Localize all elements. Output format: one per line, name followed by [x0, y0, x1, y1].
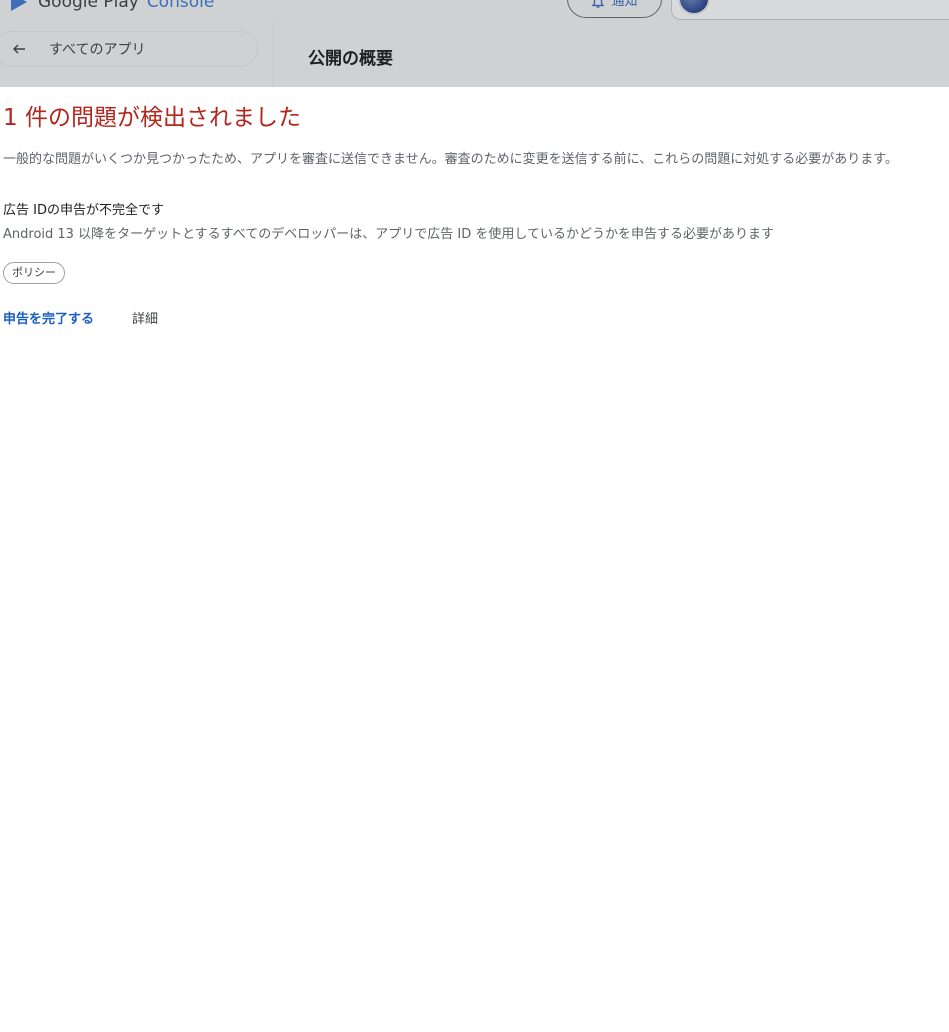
notifications-button[interactable]: 通知: [567, 0, 662, 18]
issue-title: 広告 IDの申告が不完全です: [3, 203, 164, 218]
all-apps-label: すべてのアプリ: [49, 42, 146, 58]
back-arrow-icon: [13, 44, 25, 54]
issues-panel: 1 件の問題が検出されました 一般的な問題がいくつか見つかったため、アプリを審査…: [3, 102, 903, 327]
brand-logo[interactable]: Google Play Console: [8, 0, 214, 13]
complete-declaration-link[interactable]: 申告を完了する: [3, 308, 94, 327]
issue-item: 広告 IDの申告が不完全です Android 13 以降をターゲットとするすべて…: [3, 202, 903, 327]
issues-intro: 一般的な問題がいくつか見つかったため、アプリを審査に送信できません。審査のために…: [3, 152, 898, 167]
issue-description: Android 13 以降をターゲットとするすべてのデベロッパーは、アプリで広告…: [3, 227, 774, 242]
sidebar-divider: [272, 20, 273, 87]
all-apps-back-button[interactable]: すべてのアプリ: [0, 31, 258, 67]
avatar: [678, 0, 710, 15]
account-name: むむーうかくのWEBサイト健康診断: [720, 0, 932, 15]
bell-icon: [592, 0, 605, 8]
background-header-scrim: Google PlayConsole 通知 むむーうかくのWEBサイト健康診断 …: [0, 0, 949, 87]
page-title: 公開の概要: [308, 49, 393, 69]
notifications-label: 通知: [611, 0, 638, 9]
brand-google-play: Google Play: [38, 0, 139, 12]
issue-actions: 申告を完了する 詳細: [3, 308, 903, 327]
details-link[interactable]: 詳細: [132, 308, 158, 327]
issues-heading: 1 件の問題が検出されました: [3, 105, 301, 131]
account-switcher[interactable]: むむーうかくのWEBサイト健康診断: [671, 0, 949, 20]
play-logo-icon: [11, 0, 27, 11]
policy-chip[interactable]: ポリシー: [3, 262, 65, 284]
brand-console: Console: [146, 0, 215, 12]
